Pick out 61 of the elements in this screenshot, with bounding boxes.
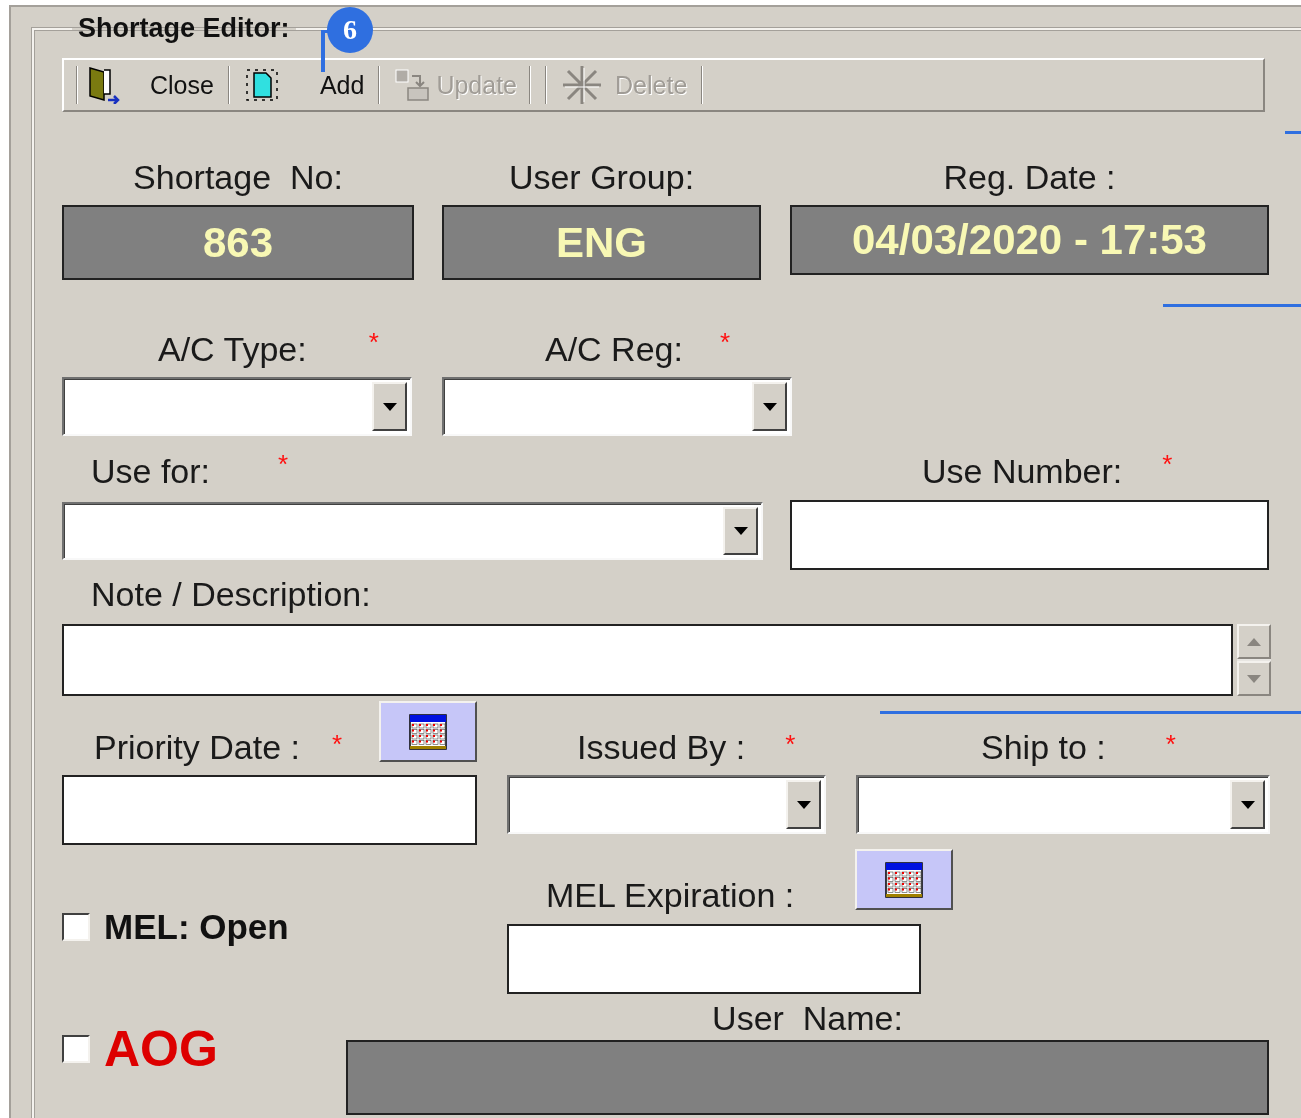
field-label: Use Number: bbox=[922, 451, 1123, 491]
add-button[interactable]: Add bbox=[237, 63, 371, 107]
field-label: Reg. Date : bbox=[943, 157, 1116, 197]
dropdown-field[interactable] bbox=[442, 377, 792, 436]
field-label: Note / Description: bbox=[91, 574, 371, 614]
dropdown-field[interactable] bbox=[507, 775, 826, 834]
field-label: Shortage No: bbox=[133, 157, 343, 197]
field-label: A/C Reg: bbox=[545, 329, 683, 369]
caret-icon bbox=[1240, 800, 1255, 809]
checkbox-label: MEL: Open bbox=[104, 907, 289, 947]
new-page-icon bbox=[243, 67, 280, 103]
required-marker: * bbox=[1165, 731, 1176, 757]
field-label: Issued By : bbox=[577, 727, 746, 767]
field-label: Ship to : bbox=[981, 727, 1106, 767]
field-label: A/C Type: bbox=[158, 329, 307, 369]
caret-icon bbox=[762, 402, 777, 411]
required-marker: * bbox=[785, 731, 796, 757]
display-field: ENG bbox=[442, 205, 761, 280]
scroll-bar[interactable] bbox=[1237, 624, 1271, 696]
dropdown-button[interactable] bbox=[372, 382, 407, 431]
dropdown-button[interactable] bbox=[1230, 780, 1265, 829]
door-icon bbox=[86, 66, 122, 104]
field-label: User Group: bbox=[508, 157, 695, 197]
input-field[interactable] bbox=[507, 924, 921, 994]
close-button[interactable]: Close bbox=[80, 63, 220, 107]
dropdown-button[interactable] bbox=[786, 780, 821, 829]
caret-icon bbox=[382, 402, 397, 411]
input-field[interactable] bbox=[62, 775, 477, 845]
display-field: 863 bbox=[62, 205, 414, 280]
field-label: MEL Expiration : bbox=[546, 875, 795, 915]
checkbox[interactable] bbox=[62, 913, 90, 941]
required-marker: * bbox=[368, 329, 379, 355]
text-area[interactable] bbox=[62, 624, 1233, 696]
scroll-up-button[interactable] bbox=[1237, 624, 1271, 659]
caret-icon bbox=[733, 527, 748, 535]
dropdown-field[interactable] bbox=[62, 377, 412, 436]
dropdown-button[interactable] bbox=[723, 507, 758, 555]
calendar-icon bbox=[885, 861, 923, 898]
scroll-down-button[interactable] bbox=[1237, 661, 1271, 696]
display-field: 04/03/2020 - 17:53 bbox=[790, 205, 1269, 275]
input-field[interactable] bbox=[790, 500, 1269, 570]
dropdown-button[interactable] bbox=[752, 382, 787, 431]
calendar-button[interactable] bbox=[379, 701, 477, 762]
group-title: Shortage Editor: bbox=[77, 13, 291, 44]
required-marker: * bbox=[331, 731, 343, 757]
checkbox[interactable] bbox=[62, 1035, 90, 1063]
up-arrow-icon bbox=[1247, 637, 1261, 646]
caret-icon bbox=[796, 800, 811, 809]
required-marker: * bbox=[1162, 451, 1173, 477]
calendar-button[interactable] bbox=[855, 849, 953, 910]
field-label: User Name: bbox=[712, 998, 903, 1038]
star-burst-icon bbox=[561, 64, 604, 106]
checkbox-label: AOG bbox=[104, 1020, 218, 1078]
dropdown-field[interactable] bbox=[856, 775, 1270, 834]
calendar-icon bbox=[409, 713, 447, 750]
required-marker: * bbox=[278, 451, 289, 477]
field-label: Priority Date : bbox=[94, 727, 300, 767]
required-marker: * bbox=[719, 329, 731, 355]
field-label: Use for: bbox=[91, 451, 211, 491]
down-arrow-icon bbox=[1247, 674, 1261, 683]
dropdown-field[interactable] bbox=[62, 502, 763, 560]
